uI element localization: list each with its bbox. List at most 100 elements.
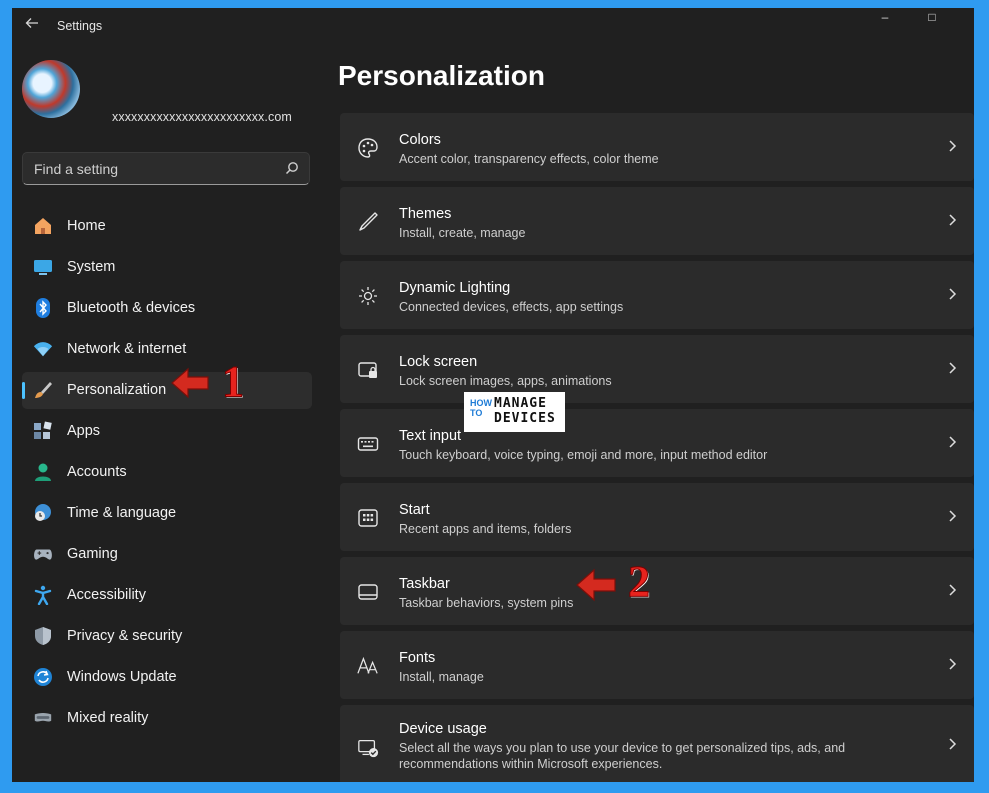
taskbar-icon [357, 581, 379, 603]
card-text-input[interactable]: Text input Touch keyboard, voice typing,… [340, 409, 974, 477]
sidebar-item-personalization[interactable]: Personalization [22, 372, 312, 409]
sidebar-item-home[interactable]: Home [22, 208, 312, 245]
card-subtitle: Accent color, transparency effects, colo… [399, 152, 659, 166]
sidebar-item-label: System [67, 259, 116, 275]
logo-devices: DEVICES [494, 411, 556, 426]
maximize-button[interactable]: □ [909, 8, 955, 28]
lighting-icon [357, 285, 379, 307]
sidebar-item-label: Apps [67, 423, 101, 439]
howtomanagedevices-logo: HOW TO MANAGE DEVICES [464, 392, 565, 432]
home-icon [33, 216, 53, 236]
lock-screen-icon [357, 359, 379, 381]
card-device-usage[interactable]: Device usage Select all the ways you pla… [340, 705, 974, 782]
sidebar-item-accounts[interactable]: Accounts [22, 454, 312, 491]
card-subtitle: Connected devices, effects, app settings [399, 300, 624, 314]
sidebar: xxxxxxxxxxxxxxxxxxxxxxxx.com Find a sett… [12, 44, 322, 782]
back-arrow-icon [25, 18, 38, 28]
wifi-icon [33, 339, 53, 359]
close-button[interactable]: ✕ [955, 8, 974, 28]
sidebar-nav: Home System Bluetooth & devices Network … [22, 208, 312, 741]
start-icon [357, 507, 379, 529]
annotation-number-1: 1 [222, 357, 245, 407]
update-icon [33, 667, 53, 687]
sidebar-item-label: Personalization [67, 382, 167, 398]
sidebar-item-label: Windows Update [67, 669, 177, 685]
card-title: Lock screen [399, 354, 478, 370]
minimize-button[interactable]: – [862, 8, 908, 28]
brush-icon [33, 380, 53, 400]
headset-icon [33, 708, 53, 728]
page-title: Personalization [338, 60, 545, 91]
card-title: Fonts [399, 650, 436, 666]
annotation-arrow-1 [171, 367, 209, 399]
avatar [22, 60, 80, 118]
sidebar-item-system[interactable]: System [22, 249, 312, 286]
settings-window: Settings – □ ✕ xxxxxxxxxxxxxxxxxxxxxxxx.… [12, 8, 974, 782]
system-icon [33, 257, 53, 277]
app-title: Settings [57, 19, 103, 33]
card-themes[interactable]: Themes Install, create, manage [340, 187, 974, 255]
profile[interactable]: xxxxxxxxxxxxxxxxxxxxxxxx.com [22, 60, 312, 124]
account-icon [33, 462, 53, 482]
bluetooth-icon [33, 298, 53, 318]
card-taskbar[interactable]: Taskbar Taskbar behaviors, system pins [340, 557, 974, 625]
settings-list: Colors Accent color, transparency effect… [340, 113, 974, 782]
card-subtitle: Select all the ways you plan to use your… [399, 741, 846, 771]
chevron-right-icon [949, 658, 957, 670]
card-subtitle: Install, manage [399, 670, 484, 684]
sidebar-item-label: Privacy & security [67, 628, 183, 644]
title-bar: Settings – □ ✕ [12, 8, 974, 44]
sidebar-item-label: Home [67, 218, 106, 234]
back-button[interactable] [20, 14, 44, 38]
card-lock-screen[interactable]: Lock screen Lock screen images, apps, an… [340, 335, 974, 403]
sidebar-item-windows-update[interactable]: Windows Update [22, 659, 312, 696]
keyboard-icon [357, 433, 379, 455]
card-title: Text input [399, 428, 462, 444]
sidebar-item-label: Gaming [67, 546, 118, 562]
card-title: Taskbar [399, 576, 450, 592]
card-subtitle: Recent apps and items, folders [399, 522, 572, 536]
shield-icon [33, 626, 53, 646]
device-usage-icon [357, 737, 379, 759]
sidebar-item-label: Accessibility [67, 587, 146, 603]
logo-how: HOW [470, 398, 492, 408]
card-subtitle: Lock screen images, apps, animations [399, 374, 612, 388]
chevron-right-icon [949, 510, 957, 522]
sidebar-item-label: Accounts [67, 464, 127, 480]
gamepad-icon [33, 544, 53, 564]
chevron-right-icon [949, 214, 957, 226]
card-title: Start [399, 502, 430, 518]
card-subtitle: Install, create, manage [399, 226, 526, 240]
card-title: Colors [399, 132, 441, 148]
search-box[interactable]: Find a setting [22, 152, 310, 185]
search-input[interactable]: Find a setting [34, 161, 118, 177]
card-title: Dynamic Lighting [399, 280, 511, 296]
pen-icon [357, 211, 379, 233]
sidebar-item-bluetooth[interactable]: Bluetooth & devices [22, 290, 312, 327]
card-title: Themes [399, 206, 452, 222]
sidebar-item-gaming[interactable]: Gaming [22, 536, 312, 573]
sidebar-item-time-language[interactable]: Time & language [22, 495, 312, 532]
apps-icon [33, 421, 53, 441]
sidebar-item-label: Bluetooth & devices [67, 300, 196, 316]
card-start[interactable]: Start Recent apps and items, folders [340, 483, 974, 551]
sidebar-item-mixed-reality[interactable]: Mixed reality [22, 700, 312, 737]
logo-to: TO [470, 408, 483, 418]
sidebar-item-apps[interactable]: Apps [22, 413, 312, 450]
card-dynamic-lighting[interactable]: Dynamic Lighting Connected devices, effe… [340, 261, 974, 329]
annotation-arrow-2 [576, 568, 616, 602]
globe-clock-icon [33, 503, 53, 523]
sidebar-item-network[interactable]: Network & internet [22, 331, 312, 368]
sidebar-item-privacy-security[interactable]: Privacy & security [22, 618, 312, 655]
chevron-right-icon [949, 738, 957, 750]
card-colors[interactable]: Colors Accent color, transparency effect… [340, 113, 974, 181]
search-icon [285, 162, 298, 175]
chevron-right-icon [949, 584, 957, 596]
chevron-right-icon [949, 140, 957, 152]
sidebar-item-label: Time & language [67, 505, 177, 521]
sidebar-item-label: Network & internet [67, 341, 187, 357]
sidebar-item-accessibility[interactable]: Accessibility [22, 577, 312, 614]
card-subtitle: Touch keyboard, voice typing, emoji and … [399, 448, 768, 462]
chevron-right-icon [949, 436, 957, 448]
card-fonts[interactable]: Fonts Install, manage [340, 631, 974, 699]
